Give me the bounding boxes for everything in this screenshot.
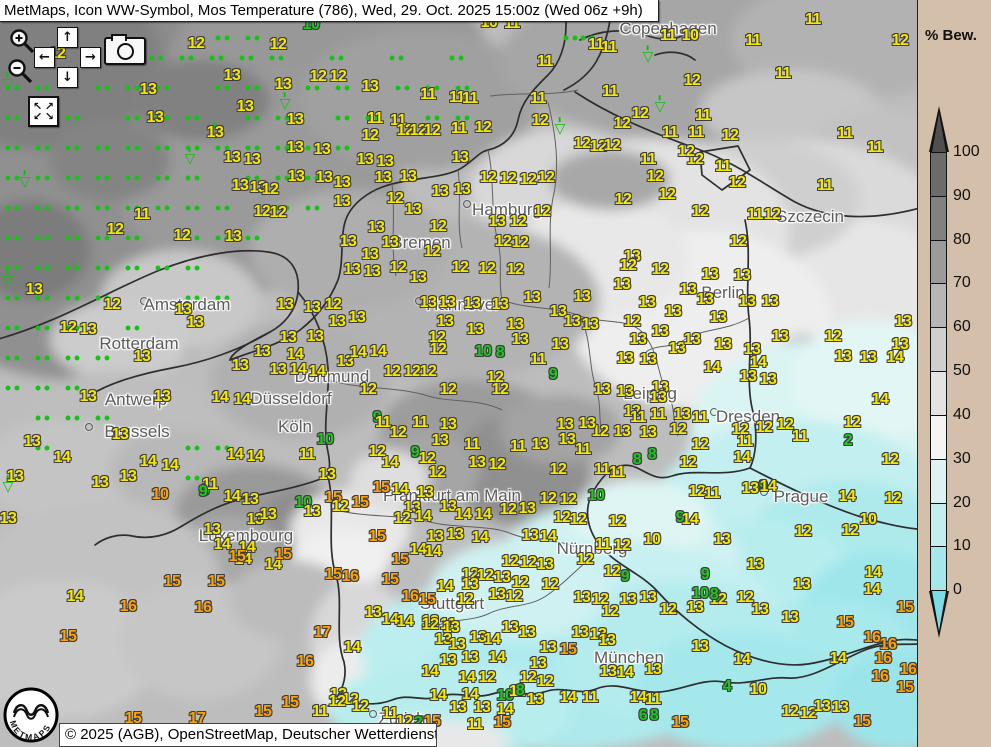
- legend-segment: [930, 503, 947, 547]
- map-canvas[interactable]: ▽▽▽▽▽▽▽▽▽▽ CopenhagenAmsterdamRotterdamA…: [0, 0, 917, 747]
- legend-tick-label: 80: [953, 231, 971, 249]
- arrow-down-icon: ↓: [62, 70, 73, 85]
- legend-segment: [930, 371, 947, 416]
- copyright-bar: © 2025 (AGB), OpenStreetMap, Deutscher W…: [59, 723, 437, 747]
- pan-down-button[interactable]: ↓: [57, 67, 78, 88]
- pan-right-button[interactable]: →: [80, 47, 101, 68]
- legend-segment: [930, 152, 947, 197]
- pan-up-button[interactable]: ↑: [57, 27, 78, 48]
- expand-arrows-icon: ↙: [33, 111, 42, 122]
- legend-segment: [930, 283, 947, 328]
- legend-tick-label: 10: [953, 537, 971, 555]
- legend-panel: % Bew. 1009080706050403020100: [917, 0, 991, 747]
- legend-segment: [930, 196, 947, 241]
- arrow-left-icon: ←: [39, 50, 50, 65]
- expand-arrows-icon: ↘: [45, 111, 54, 122]
- legend-segment: [930, 240, 947, 284]
- legend-tick-label: 70: [953, 274, 971, 292]
- arrow-up-icon: ↑: [62, 30, 73, 45]
- metmaps-logo: METMAPS: [1, 686, 61, 746]
- zoom-out-button[interactable]: [6, 57, 36, 87]
- arrow-right-icon: →: [85, 50, 96, 65]
- legend-tick-label: 30: [953, 450, 971, 468]
- legend-tick-label: 40: [953, 406, 971, 424]
- legend-segment: [930, 459, 947, 504]
- legend-tick-label: 60: [953, 318, 971, 336]
- camera-icon: [117, 43, 134, 60]
- legend-tick-label: 20: [953, 494, 971, 512]
- legend-arrow: [932, 591, 946, 631]
- magnifier-minus-icon: [6, 57, 36, 87]
- title-text: MetMaps, Icon WW-Symbol, Mos Temperature…: [4, 2, 643, 19]
- snapshot-button[interactable]: [104, 37, 146, 65]
- legend-segment: [930, 415, 947, 460]
- title-bar: MetMaps, Icon WW-Symbol, Mos Temperature…: [0, 0, 659, 22]
- legend-tick-label: 0: [953, 581, 962, 599]
- legend-segment: [930, 327, 947, 372]
- legend-tick-label: 90: [953, 187, 971, 205]
- legend-segment: [930, 546, 947, 591]
- pan-left-button[interactable]: ←: [34, 47, 55, 68]
- copyright-text: © 2025 (AGB), OpenStreetMap, Deutscher W…: [65, 726, 437, 743]
- legend-scale: 1009080706050403020100: [918, 0, 991, 747]
- legend-tick-label: 50: [953, 362, 971, 380]
- fullscreen-button[interactable]: ↖ ↗ ↙ ↘: [28, 96, 59, 127]
- weather-map-image: [0, 0, 917, 747]
- legend-arrow: [932, 113, 946, 152]
- legend-tick-label: 100: [953, 143, 980, 161]
- metmaps-app: ▽▽▽▽▽▽▽▽▽▽ CopenhagenAmsterdamRotterdamA…: [0, 0, 991, 747]
